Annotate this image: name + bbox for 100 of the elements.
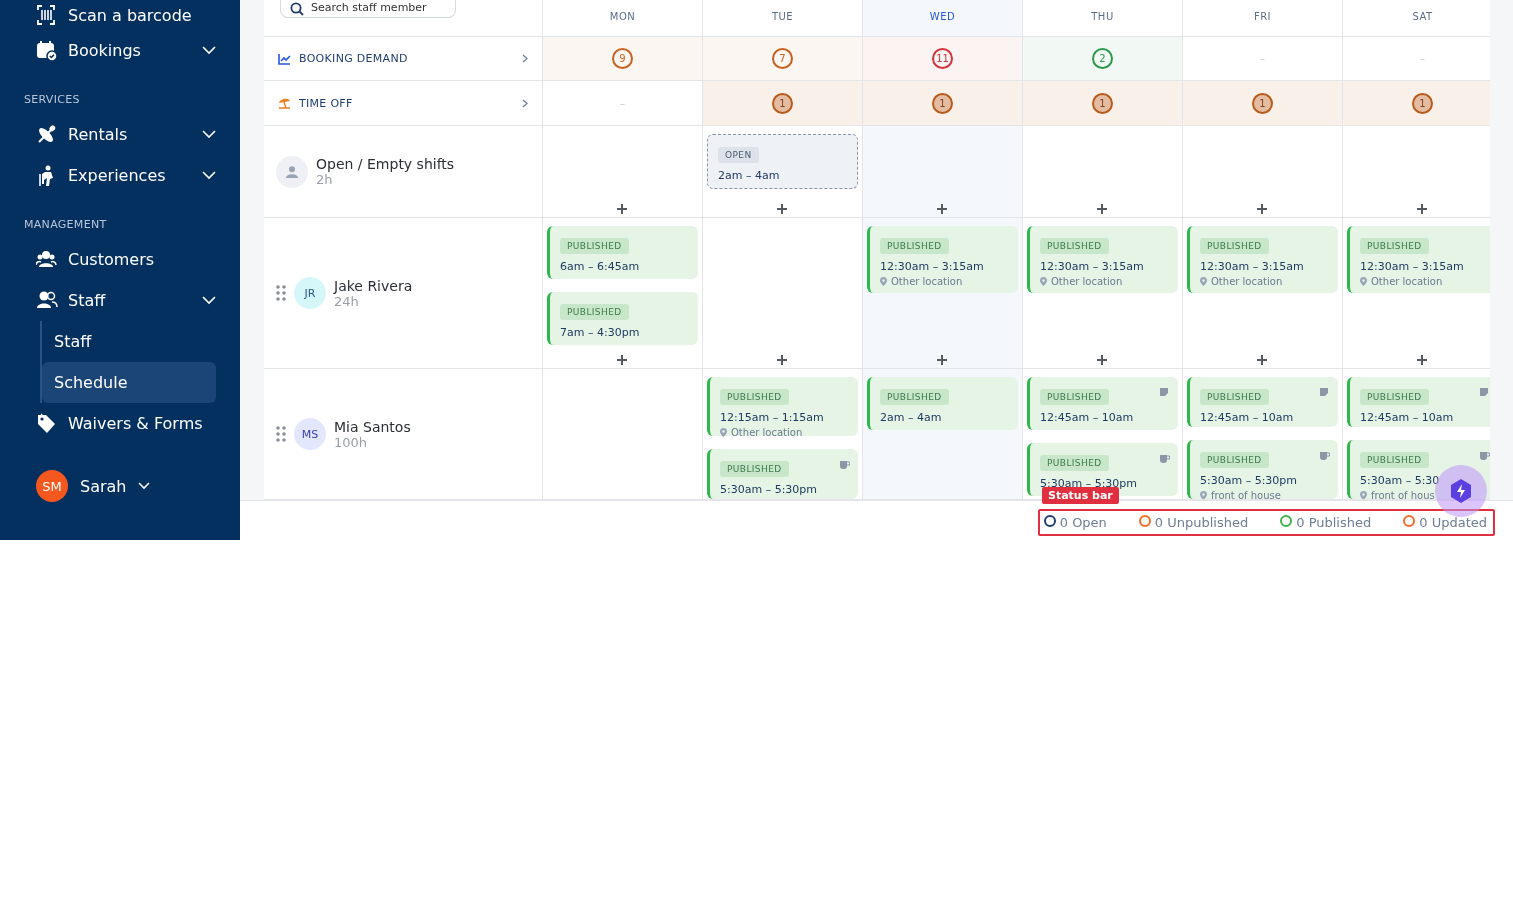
schedule-cell[interactable]: PUBLISHED 2am – 4am [863,369,1023,500]
status-tag: PUBLISHED [1040,455,1109,471]
shift-time: 5:30am – 5:30 [1360,474,1441,487]
add-icon [937,204,947,214]
add-icon [1257,355,1267,365]
status-tag: PUBLISHED [1200,452,1269,468]
shift-card[interactable]: PUBLISHED 12:45am – 10am [1347,377,1490,427]
section-heading: SERVICES [24,93,81,106]
schedule-cell[interactable]: PUBLISHED 12:30am – 3:15am Other location [1343,218,1490,369]
shift-card[interactable]: PUBLISHED 5:30am – 5:30pm front of house [1187,440,1338,499]
nav-item[interactable]: Staff [24,280,216,321]
status-count: 0 Published [1296,515,1372,530]
staff-name: Open / Empty shifts [316,156,455,172]
staff-avatar: MS [294,418,326,450]
shift-card[interactable]: PUBLISHED 12:45am – 10am [1187,377,1338,427]
nav-subitem[interactable]: Staff [42,321,216,362]
add-icon [1097,355,1107,365]
shift-card[interactable]: PUBLISHED 2am – 4am [867,377,1018,430]
row-label[interactable]: BOOKING DEMAND [299,52,514,65]
status-tag: PUBLISHED [720,389,789,405]
pin-icon [1200,277,1207,286]
nav-item[interactable]: Bookings [24,30,216,71]
status-tag: PUBLISHED [1360,452,1429,468]
status-tag: OPEN [718,147,759,163]
shift-time: 6am – 6:45am [560,260,641,273]
pin-icon [1360,277,1367,286]
status-tag: PUBLISHED [1360,389,1429,405]
status-count: 0 Unpublished [1154,515,1249,530]
shift-time: 12:30am – 3:15am [1360,260,1465,273]
staff-hours: 100h [334,434,369,450]
shift-card[interactable]: PUBLISHED 5:30am – 5:30 front of hous [1347,440,1490,499]
day-label[interactable]: TUE [771,11,794,22]
status-tag: PUBLISHED [560,238,629,254]
empty-dash: – [620,97,625,109]
count-badge: 1 [772,92,793,114]
shift-time: 5:30am – 5:30pm [1040,477,1139,490]
schedule-cell[interactable]: PUBLISHED 12:30am – 3:15am Other location [863,218,1023,369]
shift-card[interactable]: PUBLISHED 6am – 6:45am [547,226,698,279]
schedule-cell[interactable]: PUBLISHED 12:45am – 10am PUBLISHED 5:30am – 5:30 front of hous [1343,369,1490,500]
shift-location: front of hous [1371,490,1435,499]
count-badge: 7 [772,48,793,69]
nav-item[interactable]: Rentals [24,114,216,155]
drag-handle-icon [276,426,286,442]
shift-time: 5:30am – 5:30pm [720,483,819,496]
status-count: 0 Updated [1419,515,1487,530]
schedule-cell[interactable]: PUBLISHED 6am – 6:45am PUBLISHED 7am – 4:30pm [543,218,703,369]
shift-time: 5:30am – 5:30pm [1200,474,1299,487]
status-tag: PUBLISHED [1200,238,1269,254]
status-tag: PUBLISHED [720,461,789,477]
shift-card[interactable]: PUBLISHED 12:30am – 3:15am Other location [1347,226,1490,293]
drag-handle-icon [276,285,286,301]
count-badge: 11 [932,48,953,69]
nav-item[interactable]: Experiences [24,155,216,196]
schedule-cell[interactable]: OPEN 2am – 4am [703,126,863,218]
day-label[interactable]: WED [929,11,956,22]
shift-card[interactable]: PUBLISHED 12:45am – 10am [1027,377,1178,430]
chevron-down-icon [202,46,216,55]
shift-time: 12:30am – 3:15am [1040,260,1145,273]
shift-time: 7am – 4:30pm [560,326,641,339]
day-label[interactable]: MON [609,11,636,22]
schedule-cell[interactable]: PUBLISHED 12:15am – 1:15am Other location PUBLISHED 5:30am – 5:30pm [703,369,863,500]
schedule-cell[interactable]: PUBLISHED 12:30am – 3:15am Other location [1183,218,1343,369]
shift-card[interactable]: OPEN 2am – 4am [707,134,858,189]
calendar-icon [36,39,58,62]
day-label[interactable]: THU [1091,11,1114,22]
add-icon [617,204,627,214]
tag-icon [36,412,58,435]
user-name[interactable]: Sarah [80,476,127,496]
nav-item[interactable]: Customers [24,239,216,280]
count-badge: 9 [612,48,633,69]
schedule-cell[interactable]: PUBLISHED 12:30am – 3:15am Other location [1023,218,1183,369]
schedule-cell[interactable]: PUBLISHED 12:45am – 10am PUBLISHED 5:30am – 5:30pm front of house [1183,369,1343,500]
shift-location: Other location [1371,276,1443,287]
add-icon [777,355,787,365]
nav-subitem[interactable]: Schedule [42,362,216,403]
day-label[interactable]: SAT [1412,11,1433,22]
row-label[interactable]: TIME OFF [299,96,514,110]
pin-icon [720,428,727,437]
add-icon [617,355,627,365]
schedule-cell[interactable] [863,126,1023,218]
count-badge: 1 [1252,92,1273,114]
shift-card[interactable]: PUBLISHED 7am – 4:30pm [547,292,698,345]
shift-card[interactable]: PUBLISHED 12:30am – 3:15am Other location [867,226,1018,293]
shift-time: 2am – 4am [718,169,781,182]
schedule-cell[interactable] [1023,126,1183,218]
add-icon [777,204,787,214]
schedule-cell[interactable] [543,126,703,218]
shift-card[interactable]: PUBLISHED 12:30am – 3:15am Other location [1187,226,1338,293]
chevron-down-icon [202,171,216,180]
shift-card[interactable]: PUBLISHED 12:15am – 1:15am Other location [707,377,858,436]
schedule-cell[interactable] [1183,126,1343,218]
shift-card[interactable]: PUBLISHED 12:30am – 3:15am Other location [1027,226,1178,293]
nav-item[interactable]: Waivers & Forms [24,403,216,444]
search-field[interactable]: Search staff member [280,0,456,18]
nav-item[interactable]: Scan a barcode [24,0,216,30]
shift-card[interactable]: PUBLISHED 5:30am – 5:30pm [707,449,858,499]
day-label[interactable]: FRI [1253,11,1272,22]
chevron-down-icon [202,296,216,305]
staff-hours: 24h [334,293,359,309]
status-tag: PUBLISHED [880,389,949,405]
